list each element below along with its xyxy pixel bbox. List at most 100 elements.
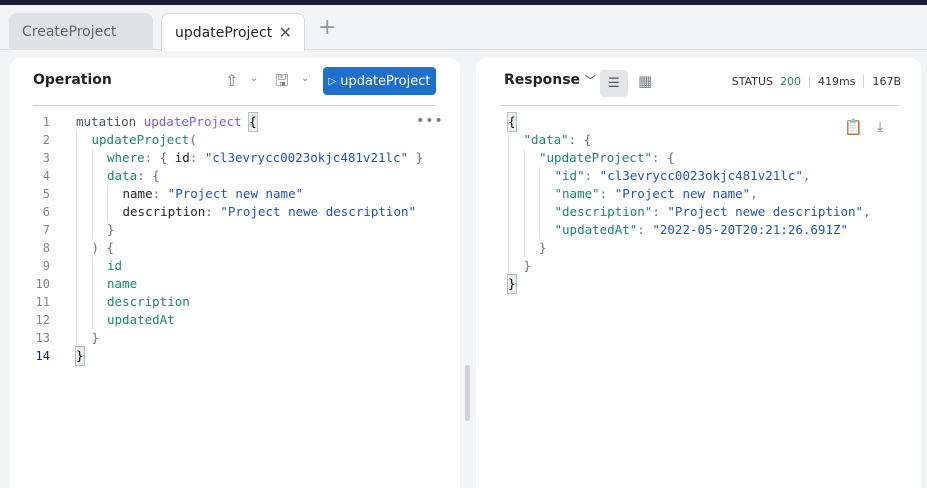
- tab-label: CreateProject: [22, 23, 117, 40]
- code-token: :: [599, 186, 615, 201]
- code-token: "data": [523, 132, 569, 147]
- code-token: "2022-05-20T20:21:26.691Z": [652, 222, 849, 237]
- chevron-down-icon[interactable]: ⌄: [250, 73, 258, 84]
- table-view-icon[interactable]: ▦: [638, 72, 652, 90]
- run-button[interactable]: ▷ updateProject: [323, 67, 436, 95]
- code-line: }: [507, 274, 871, 294]
- indent-guide: [76, 311, 92, 329]
- indent-guide: [76, 257, 92, 275]
- code-token: "name": [554, 186, 600, 201]
- code-token: :: [652, 204, 668, 219]
- code-token: :: [205, 204, 221, 219]
- code-token: mutation: [76, 114, 144, 129]
- code-token: }: [523, 258, 532, 273]
- panel-resize-handle[interactable]: [465, 365, 470, 421]
- download-icon[interactable]: ⤓: [877, 119, 883, 135]
- divider: [500, 105, 898, 106]
- code-line: 6 description: "Project newe description": [10, 203, 423, 221]
- line-number: 5: [42, 187, 50, 201]
- code-token: id: [107, 258, 123, 273]
- text-view-icon[interactable]: ☰: [600, 70, 628, 97]
- chevron-down-icon[interactable]: ⌄: [301, 73, 309, 84]
- indent-guide: [523, 167, 540, 185]
- code-token: "Project newe description": [220, 204, 417, 219]
- play-icon: ▷: [328, 75, 337, 87]
- response-status: STATUS 200 419ms 167B: [724, 75, 909, 88]
- panel-title: Response: [504, 72, 581, 88]
- indent-guide: [523, 221, 540, 239]
- code-line: "name": "Project new name",: [508, 185, 871, 203]
- line-number: 11: [35, 295, 50, 309]
- code-token: :: [637, 222, 653, 237]
- code-line: "data": {: [508, 131, 871, 149]
- code-token: where: [107, 150, 145, 165]
- code-token: updatedAt: [107, 312, 175, 327]
- query-editor[interactable]: 1 mutation updateProject {2 updateProject(…: [10, 112, 423, 366]
- indent-guide: [523, 185, 540, 203]
- tab-update-project[interactable]: updateProject ✕: [161, 13, 305, 51]
- line-number: 12: [35, 313, 50, 327]
- indent-guide: [523, 149, 540, 167]
- save-icon[interactable]: 🖫: [275, 70, 289, 97]
- code-token: "updatedAt": [554, 222, 638, 237]
- share-icon[interactable]: ⇧: [225, 71, 238, 90]
- code-token: description: [107, 294, 190, 309]
- indent-guide: [508, 131, 524, 149]
- indent-guide: [539, 203, 555, 221]
- code-token: "id": [554, 168, 585, 183]
- line-number: 4: [42, 169, 50, 183]
- code-token: id: [174, 150, 190, 165]
- code-line: 14}: [10, 346, 423, 366]
- code-token: updateProject: [91, 132, 190, 147]
- indent-guide: [508, 149, 524, 167]
- line-number: 10: [35, 277, 50, 291]
- indent-guide: [91, 275, 108, 293]
- code-line: "updateProject": {: [508, 149, 871, 167]
- code-token: ,: [863, 204, 871, 219]
- code-token: updateProject: [143, 114, 250, 129]
- tab-bar: CreateProject updateProject ✕ +: [0, 5, 927, 51]
- code-line: 4 data: {: [10, 167, 423, 185]
- code-line: 3 where: { id: "cl3evrycc0023okjc481v21lc…: [10, 149, 423, 167]
- indent-guide: [76, 131, 92, 149]
- indent-guide: [508, 167, 524, 185]
- code-line: 5 name: "Project new name": [10, 185, 423, 203]
- code-token: :: [152, 186, 168, 201]
- indent-guide: [508, 185, 524, 203]
- indent-guide: [76, 149, 92, 167]
- tab-create-project[interactable]: CreateProject: [9, 13, 153, 50]
- code-token: : {: [651, 150, 675, 165]
- indent-guide: [539, 185, 555, 203]
- indent-guide: [539, 167, 555, 185]
- operation-panel: Operation ⇧ ⌄ 🖫 ⌄ ▷ updateProject ••• 1 mu…: [10, 58, 460, 488]
- code-token: :: [189, 150, 205, 165]
- code-line: 1 mutation updateProject {: [10, 112, 423, 132]
- close-icon[interactable]: ✕: [279, 23, 292, 42]
- response-viewer: {"data": {"updateProject": {"id": "cl3ev…: [507, 112, 871, 294]
- code-line: 9 id: [10, 257, 423, 275]
- code-token: }: [408, 150, 424, 165]
- indent-guide: [508, 257, 524, 275]
- line-number: 14: [35, 349, 50, 363]
- indent-guide: [91, 185, 108, 203]
- indent-guide: [508, 221, 524, 239]
- code-line: 2 updateProject(: [10, 131, 423, 149]
- response-size: 167B: [863, 75, 909, 88]
- response-dropdown[interactable]: Response ﹀: [504, 72, 596, 88]
- code-token: "cl3evrycc0023okjc481v21lc": [204, 150, 409, 165]
- indent-guide: [91, 293, 108, 311]
- code-token: "description": [554, 204, 653, 219]
- code-line: "id": "cl3evrycc0023okjc481v21lc",: [508, 167, 871, 185]
- code-token: }: [91, 330, 100, 345]
- code-token: ) {: [91, 240, 115, 255]
- indent-guide: [508, 203, 524, 221]
- indent-guide: [523, 239, 540, 257]
- plus-icon[interactable]: +: [318, 15, 336, 40]
- line-number: 8: [42, 241, 50, 255]
- divider: [33, 105, 436, 106]
- indent-guide: [76, 293, 92, 311]
- indent-guide: [91, 257, 108, 275]
- indent-guide: [76, 329, 92, 347]
- code-token: name: [122, 186, 153, 201]
- code-token: }: [107, 222, 115, 237]
